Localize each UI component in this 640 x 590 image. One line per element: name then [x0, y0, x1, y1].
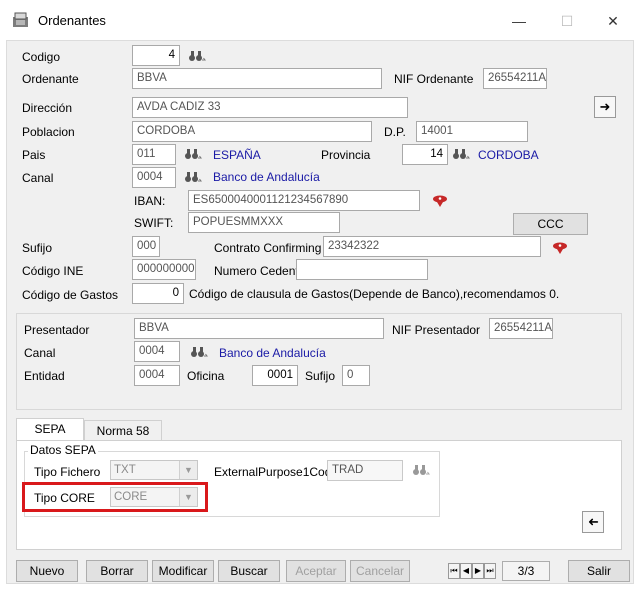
previous-record-button[interactable]: ◀ [460, 563, 472, 579]
presentador-label: Presentador [24, 323, 90, 337]
entidad-label: Entidad [24, 369, 65, 383]
codigo-gastos-field[interactable]: 0 [132, 283, 184, 304]
validate-contrato-icon[interactable] [552, 241, 568, 255]
record-counter: 3/3 [502, 561, 550, 581]
codigo-ine-field[interactable]: 000000000 [132, 259, 196, 280]
dp-label: D.P. [384, 125, 406, 139]
iban-label: IBAN: [134, 194, 166, 208]
first-icon: ⏮ [450, 566, 458, 575]
binoculars-search-icon[interactable] [190, 345, 208, 359]
canal-name-link[interactable]: Banco de Andalucía [213, 170, 320, 184]
title-bar: Ordenantes — ☐ ✕ [0, 0, 640, 40]
ordenante-field[interactable]: BBVA [132, 68, 382, 89]
arrow-right-button[interactable]: ➜ [594, 96, 616, 118]
maximize-button: ☐ [560, 13, 574, 29]
binoculars-search-icon[interactable] [184, 147, 202, 161]
arrow-left-button[interactable]: ➜ [582, 511, 604, 533]
codigo-label: Codigo [22, 50, 61, 64]
presentador-canal-field[interactable]: 0004 [134, 341, 180, 362]
poblacion-field[interactable]: CORDOBA [132, 121, 372, 142]
canal-label: Canal [22, 171, 54, 185]
close-button[interactable]: ✕ [598, 8, 628, 34]
codigo-gastos-description: Código de clausula de Gastos(Depende de … [189, 287, 560, 301]
direccion-label: Dirección [22, 101, 73, 115]
presentador-sufijo-field[interactable]: 0 [342, 365, 370, 386]
buscar-button[interactable]: Buscar [218, 560, 280, 582]
binoculars-search-icon [413, 465, 430, 475]
binoculars-search-icon[interactable] [188, 49, 206, 63]
external-purpose-field: TRAD [327, 460, 403, 481]
codigo-field[interactable]: 4 [132, 45, 180, 66]
datos-sepa-label: Datos SEPA [28, 443, 98, 457]
numero-cedente-label: Numero Cedente [214, 264, 306, 278]
tipo-fichero-label: Tipo Fichero [34, 465, 101, 479]
first-record-button[interactable]: ⏮ [448, 563, 460, 579]
presentador-field[interactable]: BBVA [134, 318, 384, 339]
contrato-confirming-field[interactable]: 23342322 [323, 236, 541, 257]
tab-norma-58[interactable]: Norma 58 [84, 420, 162, 441]
external-purpose-label: ExternalPurpose1Code [214, 465, 339, 479]
tipo-fichero-value: TXT [114, 464, 136, 476]
next-record-button[interactable]: ▶ [472, 563, 484, 579]
pais-name-link[interactable]: ESPAÑA [213, 148, 261, 162]
presentador-sufijo-label: Sufijo [305, 369, 336, 383]
window-title: Ordenantes [38, 13, 106, 28]
codigo-gastos-label: Código de Gastos [22, 288, 119, 302]
tipo-fichero-select: TXT ▼ [110, 460, 198, 480]
sufijo-field[interactable]: 000 [132, 236, 160, 257]
contrato-confirming-label: Contrato Confirming [214, 241, 322, 255]
salir-button[interactable]: Salir [568, 560, 630, 582]
tipo-core-label: Tipo CORE [34, 491, 95, 505]
dp-field[interactable]: 14001 [416, 121, 528, 142]
binoculars-search-icon[interactable] [452, 147, 470, 161]
swift-field[interactable]: POPUESMMXXX [188, 212, 340, 233]
ccc-button[interactable]: CCC [513, 213, 588, 235]
entidad-field[interactable]: 0004 [134, 365, 180, 386]
tipo-core-select: CORE ▼ [110, 487, 198, 507]
presentador-canal-label: Canal [24, 346, 56, 360]
codigo-ine-label: Código INE [22, 264, 84, 278]
oficina-field[interactable]: 0001 [252, 365, 298, 386]
sufijo-label: Sufijo [22, 241, 53, 255]
tipo-core-value: CORE [114, 491, 148, 503]
iban-field[interactable]: ES6500040001121234567890 [188, 190, 420, 211]
last-icon: ⏭ [486, 566, 494, 575]
chevron-down-icon: ▼ [179, 488, 197, 506]
app-icon [13, 12, 28, 27]
swift-label: SWIFT: [134, 216, 174, 230]
provincia-name-link[interactable]: CORDOBA [478, 148, 539, 162]
previous-icon: ◀ [462, 566, 470, 575]
next-icon: ▶ [474, 566, 482, 575]
provincia-field[interactable]: 14 [402, 144, 448, 165]
direccion-field[interactable]: AVDA CADIZ 33 [132, 97, 408, 118]
binoculars-search-icon[interactable] [184, 170, 202, 184]
tab-sepa[interactable]: SEPA [16, 418, 84, 441]
minimize-button[interactable]: — [504, 8, 534, 34]
numero-cedente-field[interactable] [296, 259, 428, 280]
cancelar-button: Cancelar [350, 560, 410, 582]
pais-label: Pais [22, 148, 46, 162]
modificar-button[interactable]: Modificar [152, 560, 214, 582]
arrow-right-icon: ➜ [599, 99, 611, 114]
aceptar-button: Aceptar [286, 560, 346, 582]
last-record-button[interactable]: ⏭ [484, 563, 496, 579]
nif-presentador-label: NIF Presentador [392, 323, 481, 337]
arrow-left-icon: ➜ [587, 514, 599, 529]
nif-ordenante-label: NIF Ordenante [394, 72, 474, 86]
presentador-canal-name-link[interactable]: Banco de Andalucía [219, 346, 326, 360]
nif-presentador-field[interactable]: 26554211A [489, 318, 553, 339]
chevron-down-icon: ▼ [179, 461, 197, 479]
canal-field[interactable]: 0004 [132, 167, 176, 188]
nuevo-button[interactable]: Nuevo [16, 560, 78, 582]
nif-ordenante-field[interactable]: 26554211A [483, 68, 547, 89]
pais-field[interactable]: 011 [132, 144, 176, 165]
oficina-label: Oficina [187, 369, 225, 383]
ordenante-label: Ordenante [22, 72, 79, 86]
borrar-button[interactable]: Borrar [86, 560, 148, 582]
validate-iban-icon[interactable] [432, 194, 448, 208]
poblacion-label: Poblacion [22, 125, 75, 139]
provincia-label: Provincia [321, 148, 371, 162]
